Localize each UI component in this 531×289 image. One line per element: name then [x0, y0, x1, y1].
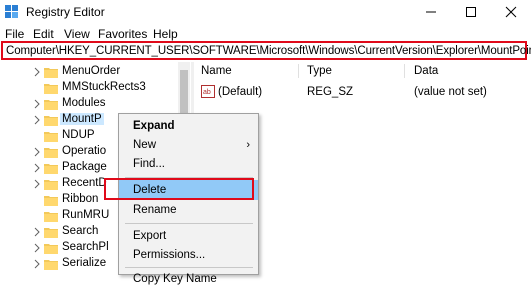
value-type: REG_SZ — [307, 86, 354, 98]
address-bar[interactable]: Computer\HKEY_CURRENT_USER\SOFTWARE\Micr… — [1, 41, 531, 60]
maximize-icon — [466, 7, 476, 17]
folder-icon — [44, 228, 58, 238]
title-bar: Registry Editor — [0, 0, 531, 24]
chevron-right-icon[interactable] — [34, 115, 40, 125]
tree-item[interactable]: Modules — [0, 96, 190, 112]
column-divider[interactable] — [298, 64, 299, 78]
chevron-right-icon[interactable] — [34, 163, 40, 173]
tree-item-label: Operatio — [62, 145, 107, 157]
folder-icon — [44, 164, 58, 174]
folder-icon — [44, 180, 58, 190]
window-title: Registry Editor — [26, 5, 105, 19]
folder-icon — [44, 260, 58, 270]
registry-editor-icon — [5, 5, 18, 18]
context-item-new[interactable]: New › — [119, 135, 258, 155]
chevron-right-icon[interactable] — [34, 67, 40, 77]
menu-favorites[interactable]: Favorites — [98, 27, 147, 41]
folder-icon — [44, 148, 58, 158]
value-name[interactable]: (Default) — [218, 86, 262, 98]
context-item-label: New — [133, 139, 157, 151]
tree-item-label: Search — [62, 225, 99, 237]
context-item-label: Rename — [133, 204, 177, 216]
context-item-copy-key-name[interactable]: Copy Key Name — [119, 269, 258, 289]
tree-item-label: Ribbon — [62, 193, 99, 205]
folder-icon — [44, 132, 58, 142]
menu-separator — [125, 267, 253, 268]
menu-view[interactable]: View — [64, 27, 90, 41]
svg-text:ab: ab — [203, 89, 211, 96]
menu-separator — [125, 223, 253, 224]
menu-edit[interactable]: Edit — [33, 27, 54, 41]
context-item-label: Find... — [133, 158, 165, 170]
chevron-right-icon[interactable] — [34, 99, 40, 109]
minimize-icon — [426, 11, 436, 13]
context-item-export[interactable]: Export — [119, 226, 258, 246]
folder-icon — [44, 244, 58, 254]
column-divider[interactable] — [404, 64, 405, 78]
tree-item[interactable]: MenuOrder — [0, 64, 190, 80]
tree-item-label: Modules — [62, 97, 106, 109]
context-item-label: Delete — [133, 184, 167, 196]
menu-separator — [125, 177, 253, 178]
maximize-button[interactable] — [451, 0, 491, 24]
menu-help[interactable]: Help — [153, 27, 178, 41]
tree-item-label: MMStuckRects3 — [62, 81, 146, 93]
context-item-permissions[interactable]: Permissions... — [119, 245, 258, 265]
menu-file[interactable]: File — [5, 27, 24, 41]
value-data: (value not set) — [414, 86, 487, 98]
tree-item-label: Package — [62, 161, 107, 173]
context-item-label: Permissions... — [133, 249, 206, 261]
context-item-find[interactable]: Find... — [119, 154, 258, 174]
column-header-data[interactable]: Data — [414, 65, 438, 77]
tree-item-label: Serialize — [62, 257, 107, 269]
tree-item-label: NDUP — [62, 129, 95, 141]
column-header-name[interactable]: Name — [201, 65, 232, 77]
context-menu: Expand New › Find... Delete Rename Expor… — [118, 113, 259, 285]
close-icon — [505, 6, 517, 18]
folder-icon — [44, 68, 58, 78]
chevron-right-icon[interactable] — [34, 243, 40, 253]
address-path[interactable]: Computer\HKEY_CURRENT_USER\SOFTWARE\Micr… — [6, 45, 531, 57]
context-item-expand[interactable]: Expand — [119, 116, 258, 136]
tree-item-label: SearchPl — [62, 241, 109, 253]
context-item-label: Export — [133, 230, 167, 242]
menu-bar: File Edit View Favorites Help — [0, 24, 531, 42]
folder-icon — [44, 100, 58, 110]
chevron-right-icon[interactable] — [34, 147, 40, 157]
folder-icon — [44, 212, 58, 222]
tree-item[interactable]: MMStuckRects3 — [0, 80, 190, 96]
column-header-type[interactable]: Type — [307, 65, 332, 77]
folder-icon — [44, 196, 58, 206]
folder-icon — [44, 116, 58, 126]
chevron-right-icon[interactable] — [34, 259, 40, 269]
context-item-rename[interactable]: Rename — [119, 200, 258, 220]
close-button[interactable] — [491, 0, 531, 24]
tree-item-label: MountP — [60, 113, 104, 125]
context-item-label: Expand — [133, 120, 175, 132]
tree-item-label: RunMRU — [62, 209, 110, 221]
submenu-arrow-icon: › — [246, 139, 250, 151]
chevron-right-icon[interactable] — [34, 179, 40, 189]
tree-item-label: MenuOrder — [62, 65, 121, 77]
chevron-right-icon[interactable] — [34, 227, 40, 237]
context-item-delete[interactable]: Delete — [119, 180, 258, 200]
tree-item-label: RecentD — [62, 177, 107, 189]
minimize-button[interactable] — [411, 0, 451, 24]
folder-icon — [44, 84, 58, 94]
string-value-icon: ab — [201, 85, 215, 98]
